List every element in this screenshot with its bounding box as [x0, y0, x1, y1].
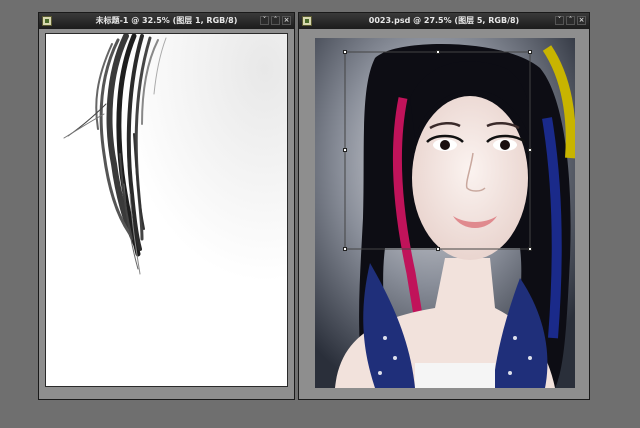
document-canvas[interactable]: [45, 33, 288, 387]
window-title: 未标题-1 @ 32.5% (图层 1, RGB/8): [95, 16, 238, 25]
transform-handle-bottom-right[interactable]: [528, 247, 532, 251]
window-titlebar[interactable]: 未标题-1 @ 32.5% (图层 1, RGB/8) ˅ ˄ ×: [39, 13, 294, 29]
document-window-0023[interactable]: 0023.psd @ 27.5% (图层 5, RGB/8) ˅ ˄ ×: [298, 12, 590, 400]
transform-handle-top-right[interactable]: [528, 50, 532, 54]
transform-handle-bottom-left[interactable]: [343, 247, 347, 251]
close-icon[interactable]: ×: [577, 16, 586, 25]
minimize-icon[interactable]: ˅: [555, 16, 564, 25]
close-icon[interactable]: ×: [282, 16, 291, 25]
transform-handle-middle-right[interactable]: [528, 148, 532, 152]
document-window-untitled[interactable]: 未标题-1 @ 32.5% (图层 1, RGB/8) ˅ ˄ ×: [38, 12, 295, 400]
transform-handle-middle-left[interactable]: [343, 148, 347, 152]
document-canvas[interactable]: [315, 38, 575, 388]
transform-handle-bottom-center[interactable]: [436, 247, 440, 251]
hair-strands-image: [46, 34, 287, 386]
maximize-icon[interactable]: ˄: [566, 16, 575, 25]
photoshop-doc-icon: [302, 16, 312, 26]
photoshop-doc-icon: [42, 16, 52, 26]
portrait-photo: [315, 38, 575, 388]
minimize-icon[interactable]: ˅: [260, 16, 269, 25]
window-titlebar[interactable]: 0023.psd @ 27.5% (图层 5, RGB/8) ˅ ˄ ×: [299, 13, 589, 29]
maximize-icon[interactable]: ˄: [271, 16, 280, 25]
transform-handle-top-center[interactable]: [436, 50, 440, 54]
window-title: 0023.psd @ 27.5% (图层 5, RGB/8): [368, 16, 520, 25]
transform-handle-top-left[interactable]: [343, 50, 347, 54]
